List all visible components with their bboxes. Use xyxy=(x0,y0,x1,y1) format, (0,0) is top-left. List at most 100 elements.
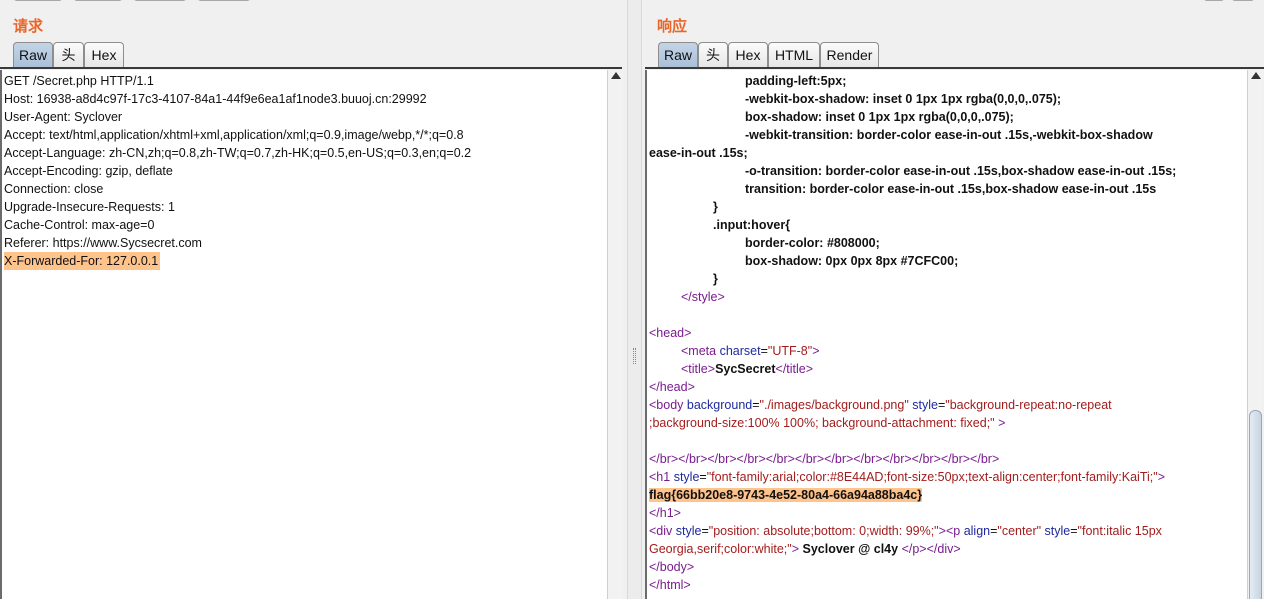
attribute-value: Georgia,serif;color:white;" xyxy=(649,542,792,556)
response-title: 响应 xyxy=(657,17,688,35)
css-line: transition: border-color ease-in-out .15… xyxy=(745,182,1157,196)
response-scrollbar[interactable] xyxy=(1247,70,1263,599)
css-line: box-shadow: inset 0 1px 1px rgba(0,0,0,.… xyxy=(745,110,1014,124)
attribute: style xyxy=(912,398,938,412)
attribute: style xyxy=(673,470,700,484)
tag: <h1 xyxy=(649,470,671,484)
css-line: padding-left:5px; xyxy=(745,74,847,88)
tab-raw[interactable]: Raw xyxy=(13,42,53,68)
toolbar-button-stub[interactable] xyxy=(74,0,122,1)
equals: = xyxy=(1070,524,1078,538)
header-accept: Accept: text/html,application/xhtml+xml,… xyxy=(4,128,464,142)
attribute: charset xyxy=(719,344,761,358)
code-line: <div style="position: absolute;bottom: 0… xyxy=(649,522,1162,540)
window-button-stub[interactable] xyxy=(1204,0,1224,1)
header-cache-control: Cache-Control: max-age=0 xyxy=(4,218,155,232)
request-tabbar: Raw 头 Hex xyxy=(13,42,613,68)
header-x-forwarded-for: X-Forwarded-For: 127.0.0.1 xyxy=(4,252,161,270)
tag: <body xyxy=(649,398,684,412)
css-line: border-color: #808000; xyxy=(745,236,880,250)
flag-text: flag{66bb20e8-9743-4e52-80a4-66a94a88ba4… xyxy=(649,488,923,502)
code-line: ;background-size:100% 100%; background-a… xyxy=(649,414,1005,432)
tab-headers[interactable]: 头 xyxy=(698,42,728,68)
code-line: <title>SycSecret</title> xyxy=(681,360,813,378)
header-connection: Connection: close xyxy=(4,182,104,196)
attribute-value: "background-repeat:no-repeat xyxy=(945,398,1112,412)
code-line: </style> xyxy=(681,288,725,306)
css-line: -webkit-box-shadow: inset 0 1px 1px rgba… xyxy=(745,92,1062,106)
tag: </br></br></br></br></br></br></br></br>… xyxy=(649,452,1000,466)
tag: > xyxy=(791,542,800,556)
attribute-value: "UTF-8" xyxy=(767,344,813,358)
request-pane: 请求 Raw 头 Hex GET /Secret.php HTTP/1.1 Ho… xyxy=(0,0,627,599)
toolbar-button-stub[interactable] xyxy=(14,0,62,1)
tag: </div> xyxy=(926,542,961,556)
tag: </head> xyxy=(649,380,695,394)
tag: </html> xyxy=(649,578,691,592)
tab-underline xyxy=(0,67,622,69)
attribute: align xyxy=(963,524,991,538)
header-user-agent: User-Agent: Syclover xyxy=(4,110,123,124)
tab-hex[interactable]: Hex xyxy=(728,42,768,68)
toolbar-button-stub[interactable] xyxy=(198,0,250,1)
tag: </p> xyxy=(901,542,927,556)
css-line: -o-transition: border-color ease-in-out … xyxy=(745,164,1177,178)
tag: > xyxy=(812,344,820,358)
code-line: </br></br></br></br></br></br></br></br>… xyxy=(649,450,999,468)
equals: = xyxy=(699,470,707,484)
pane-splitter[interactable] xyxy=(627,0,642,599)
tab-render[interactable]: Render xyxy=(820,42,879,68)
request-line: GET /Secret.php HTTP/1.1 xyxy=(4,74,154,88)
css-line: -webkit-transition: border-color ease-in… xyxy=(745,128,1153,142)
tag: </style> xyxy=(681,290,725,304)
code-line: <meta charset="UTF-8"> xyxy=(681,342,820,360)
css-line: } xyxy=(713,200,718,214)
tag: <meta xyxy=(681,344,717,358)
tag: <head> xyxy=(649,326,692,340)
tag: > xyxy=(1157,470,1165,484)
scroll-thumb[interactable] xyxy=(1249,410,1262,599)
attribute-value: "position: absolute;bottom: 0;width: 99%… xyxy=(708,524,939,538)
attribute: style xyxy=(675,524,702,538)
header-referer: Referer: https://www.Sycsecret.com xyxy=(4,236,202,250)
response-pane: 响应 Raw 头 Hex HTML Render padding-left:5p… xyxy=(642,0,1264,599)
splitter-grip-icon[interactable] xyxy=(633,348,636,364)
code-line: <h1 style="font-family:arial;color:#8E44… xyxy=(649,468,1165,486)
css-line: } xyxy=(713,272,718,286)
tag: </title> xyxy=(775,362,814,376)
code-line: </body> xyxy=(649,558,694,576)
tag: </body> xyxy=(649,560,695,574)
header-accept-language: Accept-Language: zh-CN,zh;q=0.8,zh-TW;q=… xyxy=(4,146,472,160)
scroll-up-arrow-icon[interactable] xyxy=(1251,72,1261,79)
code-line: </head> xyxy=(649,378,695,396)
header-host: Host: 16938-a8d4c97f-17c3-4107-84a1-44f9… xyxy=(4,92,427,106)
tab-raw[interactable]: Raw xyxy=(658,42,698,68)
response-editor[interactable]: padding-left:5px; -webkit-box-shadow: in… xyxy=(645,70,1247,599)
request-editor[interactable]: GET /Secret.php HTTP/1.1 Host: 16938-a8d… xyxy=(0,70,607,599)
tag: <div xyxy=(649,524,673,538)
attribute-value: ;background-size:100% 100%; background-a… xyxy=(649,416,995,430)
css-line: box-shadow: 0px 0px 8px #7CFC00; xyxy=(745,254,959,268)
scroll-up-arrow-icon[interactable] xyxy=(611,72,621,79)
tag: <title> xyxy=(681,362,716,376)
tab-headers[interactable]: 头 xyxy=(53,42,84,68)
code-line: </html> xyxy=(649,576,691,594)
attribute-value: "font-family:arial;color:#8E44AD;font-si… xyxy=(706,470,1158,484)
tag: > xyxy=(998,416,1006,430)
attribute-value: "center" xyxy=(997,524,1042,538)
toolbar-button-stub[interactable] xyxy=(134,0,186,1)
equals: = xyxy=(701,524,709,538)
tab-hex[interactable]: Hex xyxy=(84,42,124,68)
window-button-stub[interactable] xyxy=(1232,0,1254,1)
css-line: ease-in-out .15s; xyxy=(649,146,748,160)
css-line: .input:hover{ xyxy=(713,218,791,232)
response-tabbar: Raw 头 Hex HTML Render xyxy=(658,42,1258,68)
request-scrollbar[interactable] xyxy=(607,70,623,599)
tab-html[interactable]: HTML xyxy=(768,42,820,68)
tag: <p xyxy=(945,524,961,538)
header-accept-encoding: Accept-Encoding: gzip, deflate xyxy=(4,164,173,178)
code-line: flag{66bb20e8-9743-4e52-80a4-66a94a88ba4… xyxy=(649,486,923,504)
code-line: <body background="./images/background.pn… xyxy=(649,396,1112,414)
equals: = xyxy=(760,344,768,358)
request-title: 请求 xyxy=(13,17,44,35)
